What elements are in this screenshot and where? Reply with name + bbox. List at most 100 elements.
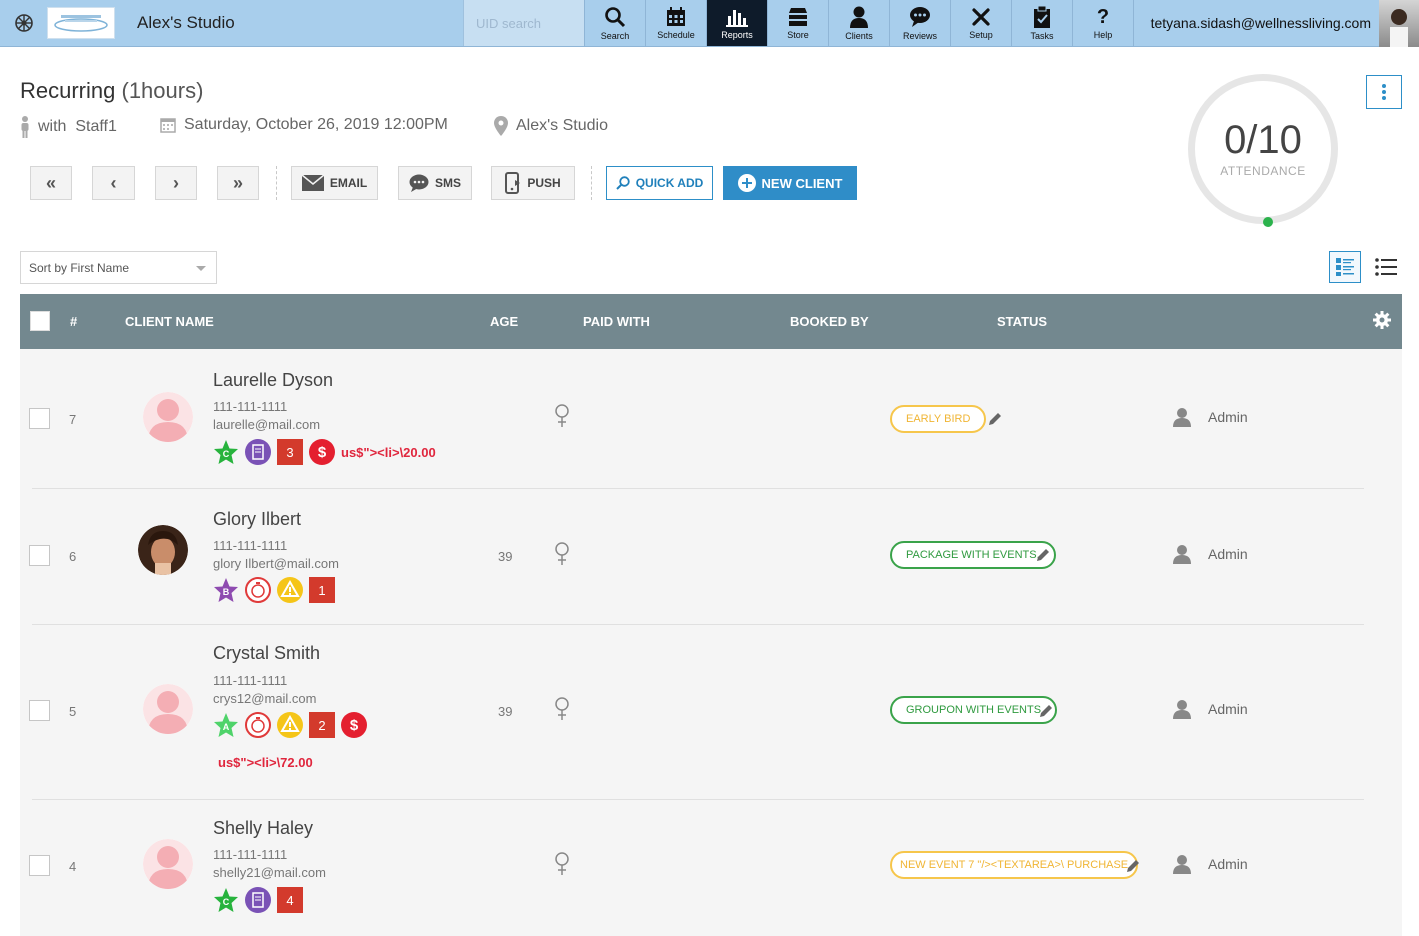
avatar[interactable] (143, 392, 193, 442)
nav-reviews[interactable]: Reviews (889, 0, 950, 46)
user-menu[interactable]: tetyana.sidash@wellnessliving.com (1133, 0, 1419, 47)
status-badge[interactable]: PACKAGE WITH EVENTS. (890, 541, 1056, 569)
avatar[interactable] (138, 525, 188, 575)
last-page-button[interactable]: » (217, 166, 259, 200)
new-client-button[interactable]: NEW CLIENT (723, 166, 857, 200)
magnifier-icon (616, 176, 630, 190)
client-badges: C 3 $ (213, 439, 335, 465)
purple-note-icon (245, 439, 271, 465)
studio-name[interactable]: Alex's Studio (115, 0, 463, 46)
row-index: 4 (69, 859, 77, 874)
email-button[interactable]: EMAIL (291, 166, 378, 200)
user-icon (1173, 855, 1191, 874)
table-settings-gear-icon[interactable] (1373, 311, 1391, 334)
user-email[interactable]: tetyana.sidash@wellnessliving.com (1151, 15, 1371, 31)
column-status[interactable]: STATUS (997, 314, 1047, 329)
nav-help[interactable]: ? Help (1072, 0, 1133, 46)
user-icon (1173, 545, 1191, 564)
first-page-button[interactable]: « (30, 166, 72, 200)
avatar[interactable] (143, 839, 193, 889)
avatar[interactable] (143, 684, 193, 734)
client-phone: 111-111-1111 (213, 399, 288, 414)
column-booked-by[interactable]: BOOKED BY (790, 314, 869, 329)
person-icon (850, 6, 868, 28)
nav-reports[interactable]: Reports (706, 0, 767, 46)
pencil-icon[interactable] (1036, 548, 1050, 567)
pencil-icon[interactable] (988, 412, 1002, 431)
row-checkbox[interactable] (29, 545, 50, 566)
nav-schedule-label: Schedule (657, 29, 695, 40)
status-badge[interactable]: EARLY BIRD (890, 405, 987, 433)
column-paid-with[interactable]: PAID WITH (583, 314, 650, 329)
client-phone: 111-111-1111 (213, 673, 288, 688)
location-pin-icon (494, 116, 508, 136)
nav-schedule[interactable]: Schedule (645, 0, 706, 46)
nav-search[interactable]: Search (584, 0, 645, 46)
alert-count-badge: 3 (277, 439, 303, 465)
client-badges: A 2 $ (213, 712, 367, 738)
class-location[interactable]: Alex's Studio (516, 117, 608, 135)
select-all-checkbox[interactable] (30, 311, 50, 331)
email-button-label: EMAIL (329, 176, 368, 190)
new-client-label: NEW CLIENT (761, 175, 843, 191)
nav-clients[interactable]: Clients (828, 0, 889, 46)
client-email[interactable]: crys12@mail.com (213, 691, 317, 706)
female-icon (554, 852, 570, 881)
more-options-button[interactable] (1366, 75, 1402, 109)
alert-count-badge: 1 (309, 577, 335, 603)
detailed-view-button[interactable] (1329, 251, 1361, 283)
class-date: Saturday, October 26, 2019 12:00PM (184, 116, 448, 133)
sort-select[interactable]: Sort by First Name (20, 251, 217, 284)
table-row[interactable]: 5 Crystal Smith 111-111-1111 crys12@mail… (20, 624, 1402, 799)
previous-button[interactable]: ‹ (92, 166, 135, 200)
client-name[interactable]: Shelly Haley (213, 818, 313, 839)
plus-circle-icon (737, 174, 756, 192)
tools-icon (972, 7, 990, 26)
chevron-left-icon: ‹ (110, 172, 117, 193)
toolbar-divider (276, 166, 277, 200)
column-age[interactable]: AGE (490, 314, 518, 329)
nav-setup[interactable]: Setup (950, 0, 1011, 46)
push-button[interactable]: PUSH (491, 166, 575, 200)
settings-wheel-icon[interactable] (0, 0, 47, 46)
quick-add-button[interactable]: QUICK ADD (606, 166, 713, 200)
sms-button[interactable]: SMS (398, 166, 472, 200)
dollar-icon: $ (309, 439, 335, 465)
nav-setup-label: Setup (969, 29, 993, 40)
next-button[interactable]: › (155, 166, 197, 200)
nav-tasks-label: Tasks (1030, 30, 1054, 41)
client-email[interactable]: laurelle@mail.com (213, 417, 320, 432)
quick-add-label: QUICK ADD (635, 176, 704, 190)
compact-view-button[interactable] (1370, 251, 1402, 283)
table-row[interactable]: 6 Glory Ilbert 111-111-1111 glory Ilbert… (20, 488, 1402, 624)
booked-by: Admin (1172, 544, 1248, 564)
pencil-icon[interactable] (1039, 704, 1053, 723)
status-badge[interactable]: NEW EVENT 7 "/><TEXTAREA>\ PURCHASE (890, 851, 1139, 879)
purple-note-icon (245, 887, 271, 913)
row-checkbox[interactable] (29, 700, 50, 721)
nav-reviews-label: Reviews (902, 30, 937, 41)
client-email[interactable]: glory Ilbert@mail.com (213, 556, 339, 571)
table-row[interactable]: 7 Laurelle Dyson 111-111-1111 laurelle@m… (20, 349, 1402, 488)
nav-store[interactable]: Store (767, 0, 828, 46)
nav-tasks[interactable]: Tasks (1011, 0, 1072, 46)
row-checkbox[interactable] (29, 408, 50, 429)
uid-search-input[interactable] (476, 15, 584, 31)
booked-by-name: Admin (1208, 409, 1248, 425)
studio-logo[interactable] (47, 7, 115, 39)
table-row[interactable]: 4 Shelly Haley 111-111-1111 shelly21@mai… (20, 799, 1402, 936)
row-checkbox[interactable] (29, 855, 50, 876)
calendar-small-icon (160, 118, 176, 133)
pencil-icon[interactable] (1126, 859, 1140, 878)
column-client-name[interactable]: CLIENT NAME (125, 314, 214, 329)
uid-search-box[interactable] (463, 0, 584, 46)
status-badge[interactable]: GROUPON WITH EVENTS (890, 696, 1058, 724)
female-icon (554, 404, 570, 433)
client-name[interactable]: Glory Ilbert (213, 509, 301, 530)
client-name[interactable]: Laurelle Dyson (213, 370, 333, 391)
booked-by-name: Admin (1208, 546, 1248, 562)
client-name[interactable]: Crystal Smith (213, 643, 320, 664)
client-email[interactable]: shelly21@mail.com (213, 865, 326, 880)
alert-count-badge: 4 (277, 887, 303, 913)
user-avatar[interactable] (1379, 0, 1419, 47)
